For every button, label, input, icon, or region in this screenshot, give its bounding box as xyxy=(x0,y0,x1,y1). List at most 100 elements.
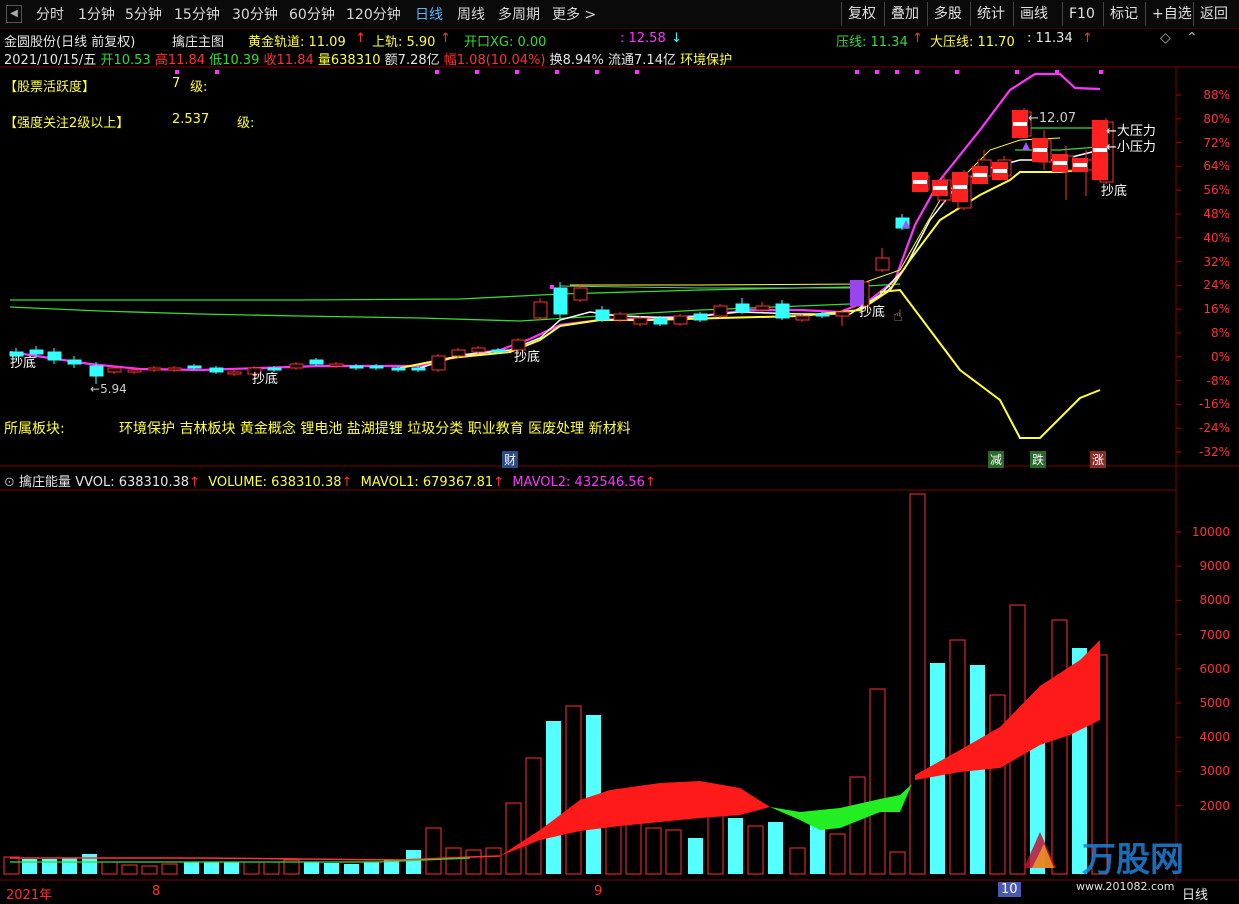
candle-body xyxy=(329,363,344,367)
y-tick-label: 72% xyxy=(1203,135,1230,150)
candle-body xyxy=(815,313,830,317)
volume-bar xyxy=(810,824,825,874)
candle-body xyxy=(755,305,770,311)
candle-body xyxy=(127,369,142,373)
buy-bottom-tag: 抄底 xyxy=(1101,184,1128,199)
y-tick-label: 24% xyxy=(1203,278,1230,293)
x-label-month: 8 xyxy=(152,884,161,899)
volume-bar xyxy=(445,847,462,875)
volume-bar xyxy=(849,776,866,875)
volume-bar xyxy=(406,850,421,874)
candle-body xyxy=(369,365,384,369)
volume-bar xyxy=(82,854,97,874)
candle-mark xyxy=(1033,148,1047,152)
y-tick-label: 80% xyxy=(1203,111,1230,126)
fall-event-tag[interactable]: 跌 xyxy=(1030,451,1047,468)
candle-body xyxy=(431,355,446,371)
mavol-ribbon-green xyxy=(770,784,912,830)
finance-event-tag[interactable]: 财 xyxy=(502,451,519,468)
signal-dot xyxy=(1015,70,1019,74)
signal-dot xyxy=(955,70,959,74)
signal-dot xyxy=(635,70,639,74)
volume-bar xyxy=(789,847,806,875)
candle-body xyxy=(309,359,324,365)
main-chart-svg xyxy=(0,66,1239,881)
volume-bar xyxy=(62,858,77,874)
candle-body xyxy=(595,309,610,321)
strength-value: 2.537 xyxy=(172,112,210,127)
candle-body xyxy=(795,315,810,321)
volume-tick-label: 10000 xyxy=(1191,525,1230,539)
collapse-icon[interactable]: ⊙ xyxy=(4,475,15,490)
volume-panel-title: 擒庄能量 xyxy=(19,475,72,490)
y-tick-label: 0% xyxy=(1210,349,1230,364)
volume-bar xyxy=(565,705,582,875)
volume-bar xyxy=(747,825,764,875)
volume-bar xyxy=(304,862,319,874)
watermark-logo-icon xyxy=(1020,828,1056,868)
candle-body xyxy=(533,301,548,319)
volume-tick-label: 6000 xyxy=(1199,661,1230,676)
candle-body xyxy=(47,351,62,361)
candle-mark xyxy=(993,169,1007,173)
signal-dot xyxy=(550,285,554,289)
volume-tick-label: 2000 xyxy=(1199,798,1230,813)
volume-bar xyxy=(829,833,846,875)
volume-bar xyxy=(243,861,260,875)
hand-cursor-icon: ☝ xyxy=(893,306,903,325)
volume-bar xyxy=(121,864,138,875)
y-tick-label: -16% xyxy=(1198,397,1230,412)
volume-tick-label: 9000 xyxy=(1199,559,1230,574)
volume-bar xyxy=(364,862,379,874)
candle-mark xyxy=(1013,122,1027,126)
watermark-url: www.201082.com xyxy=(1076,880,1175,893)
signal-dot xyxy=(915,70,919,74)
candle-body xyxy=(209,367,224,373)
volume-bar xyxy=(263,861,280,875)
activity-value: 7 xyxy=(172,76,181,91)
pressure-line-1 xyxy=(10,283,901,301)
volume-bars xyxy=(3,493,1108,875)
volume-bar xyxy=(869,688,886,875)
candle-mark xyxy=(1073,163,1087,167)
volume-bar xyxy=(324,863,339,874)
y-tick-label: 32% xyxy=(1203,254,1230,269)
candle-body xyxy=(573,287,588,301)
volume-bar xyxy=(425,827,442,875)
volume-header: ⊙ 擒庄能量 VVOL: 638310.38↑ VOLUME: 638310.3… xyxy=(4,475,656,490)
signal-dot xyxy=(875,70,879,74)
candle-body xyxy=(775,303,790,319)
white-ma-line xyxy=(419,149,1101,369)
candle-body xyxy=(349,365,364,369)
candle-body xyxy=(713,305,728,317)
candle-body xyxy=(673,315,688,325)
volume-tick-label: 3000 xyxy=(1199,764,1230,779)
buy-bottom-tag: 抄底 xyxy=(10,356,37,371)
mavol2-value: MAVOL2: 432546.56 xyxy=(512,475,645,490)
candle-body xyxy=(553,287,568,315)
volume-bar xyxy=(101,861,118,875)
signal-dot xyxy=(1055,70,1059,74)
candle-mark xyxy=(953,185,967,189)
candle-body xyxy=(391,367,406,371)
volume-bar xyxy=(42,859,57,874)
rise-event-tag[interactable]: 涨 xyxy=(1090,451,1107,468)
low-price-label: ←5.94 xyxy=(90,382,127,396)
x-label-month: 9 xyxy=(594,884,603,899)
candle-body xyxy=(89,365,104,377)
vvol-value: VVOL: 638310.38 xyxy=(75,475,190,490)
y-tick-label: -24% xyxy=(1198,421,1230,436)
activity-unit: 级: xyxy=(190,80,208,95)
reduce-event-tag[interactable]: 减 xyxy=(988,451,1005,468)
y-tick-label: 56% xyxy=(1203,183,1230,198)
volume-bar xyxy=(728,818,743,874)
volume-bar xyxy=(707,814,724,875)
volume-tick-label: 4000 xyxy=(1199,730,1230,745)
mavol1-value: MAVOL1: 679367.81 xyxy=(360,475,494,490)
signal-dot xyxy=(215,70,219,74)
candle-body xyxy=(451,349,466,357)
volume-tick-label: 8000 xyxy=(1199,593,1230,608)
strength-label: 【强度关注2级以上】 xyxy=(4,116,130,131)
candle-body xyxy=(227,371,242,375)
signal-dot xyxy=(435,70,439,74)
